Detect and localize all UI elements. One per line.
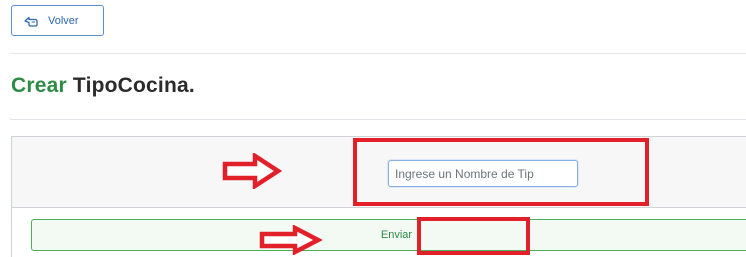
- page-title-noun: TipoCocina.: [72, 74, 195, 97]
- tipo-cocina-name-input[interactable]: [388, 160, 578, 187]
- divider: [10, 119, 746, 120]
- submit-button[interactable]: Enviar: [31, 219, 746, 251]
- right-arrow-icon: [259, 225, 322, 255]
- page-title-verb: Crear: [11, 74, 67, 97]
- submit-highlight-box: [417, 217, 530, 255]
- back-button[interactable]: Volver: [11, 5, 104, 36]
- form-card: Enviar: [11, 136, 746, 257]
- hand-pointing-left-icon: [24, 16, 38, 27]
- page-title: Crear TipoCocina.: [11, 74, 195, 98]
- right-arrow-icon: [222, 153, 282, 189]
- back-button-label: Volver: [48, 14, 79, 27]
- divider: [10, 53, 746, 54]
